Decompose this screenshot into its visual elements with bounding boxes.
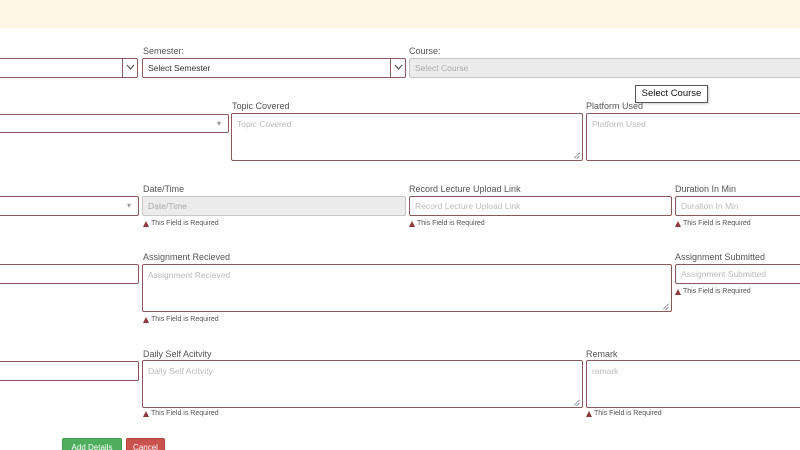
topic-covered-label: Topic Covered: [232, 101, 290, 111]
left-dropdown-row3-truncated[interactable]: ▾: [0, 196, 139, 216]
duration-input[interactable]: Duration In Min: [675, 196, 800, 216]
course-select-placeholder: Select Course: [415, 63, 469, 73]
duration-placeholder: Duration In Min: [681, 201, 739, 211]
cancel-button[interactable]: Cancel: [126, 438, 165, 450]
left-dropdown-truncated[interactable]: ▾: [0, 114, 229, 133]
semester-select[interactable]: Select Semester: [142, 58, 406, 78]
duration-label: Duration In Min: [675, 184, 737, 194]
left-select-truncated[interactable]: [0, 58, 138, 78]
daily-self-activity-error: This Field is Required: [143, 410, 219, 417]
error-text: This Field is Required: [151, 220, 219, 227]
assignment-received-error: This Field is Required: [143, 316, 219, 323]
assignment-received-textarea[interactable]: Assignment Recieved: [142, 264, 672, 312]
warning-icon: [409, 220, 415, 227]
add-details-button[interactable]: Add Details: [62, 438, 122, 450]
daily-self-activity-textarea[interactable]: Daily Self Acitvity: [142, 360, 583, 408]
error-text: This Field is Required: [417, 220, 485, 227]
topic-covered-textarea[interactable]: Topic Covered: [231, 113, 583, 161]
left-input-row4-truncated[interactable]: [0, 264, 139, 284]
remark-placeholder: remark: [592, 366, 619, 376]
assignment-submitted-placeholder: Assignment Submitted: [681, 269, 767, 279]
resize-handle-icon[interactable]: [574, 152, 580, 158]
semester-label: Semester:: [143, 46, 185, 56]
resize-handle-icon[interactable]: [574, 399, 580, 405]
semester-select-value: Select Semester: [148, 63, 211, 73]
topic-covered-placeholder: Topic Covered: [237, 119, 292, 129]
record-lecture-input[interactable]: Record Lecture Upload Link: [409, 196, 672, 216]
remark-label: Remark: [586, 349, 618, 359]
date-time-placeholder: Date/Time: [148, 201, 187, 211]
date-time-error: This Field is Required: [143, 220, 219, 227]
assignment-submitted-error: This Field is Required: [675, 288, 751, 295]
chevron-down-icon: [390, 59, 405, 77]
remark-error: This Field is Required: [586, 410, 662, 417]
warning-icon: [143, 220, 149, 227]
warning-icon: [586, 410, 592, 417]
assignment-submitted-label: Assignment Submitted: [675, 252, 766, 262]
course-select[interactable]: Select Course: [409, 58, 800, 78]
assignment-submitted-input[interactable]: Assignment Submitted: [675, 264, 800, 284]
platform-used-placeholder: Platform Used: [592, 119, 646, 129]
assignment-received-label: Assignment Recieved: [143, 252, 231, 262]
platform-used-label: Platform Used: [586, 101, 644, 111]
top-banner: [0, 0, 800, 28]
date-time-input[interactable]: Date/Time: [142, 196, 406, 216]
date-time-label: Date/Time: [143, 184, 185, 194]
course-tooltip: Select Course: [635, 85, 708, 103]
daily-self-activity-placeholder: Daily Self Acitvity: [148, 366, 213, 376]
record-lecture-error: This Field is Required: [409, 220, 485, 227]
course-label: Course:: [409, 46, 441, 56]
record-lecture-label: Record Lecture Upload Link: [409, 184, 521, 194]
chevron-down-icon: ▾: [126, 201, 131, 210]
error-text: This Field is Required: [683, 288, 751, 295]
chevron-down-icon: ▾: [216, 119, 221, 128]
error-text: This Field is Required: [151, 316, 219, 323]
platform-used-textarea[interactable]: Platform Used: [586, 113, 800, 161]
remark-textarea[interactable]: remark: [586, 360, 800, 408]
resize-handle-icon[interactable]: [663, 303, 669, 309]
error-text: This Field is Required: [594, 410, 662, 417]
warning-icon: [675, 220, 681, 227]
warning-icon: [143, 316, 149, 323]
error-text: This Field is Required: [151, 410, 219, 417]
left-input-row5-truncated[interactable]: [0, 361, 139, 381]
warning-icon: [143, 410, 149, 417]
daily-self-activity-label: Daily Self Acitvity: [143, 349, 212, 359]
assignment-received-placeholder: Assignment Recieved: [148, 270, 231, 280]
warning-icon: [675, 288, 681, 295]
error-text: This Field is Required: [683, 220, 751, 227]
record-lecture-placeholder: Record Lecture Upload Link: [415, 201, 521, 211]
duration-error: This Field is Required: [675, 220, 751, 227]
chevron-down-icon: [122, 59, 137, 77]
